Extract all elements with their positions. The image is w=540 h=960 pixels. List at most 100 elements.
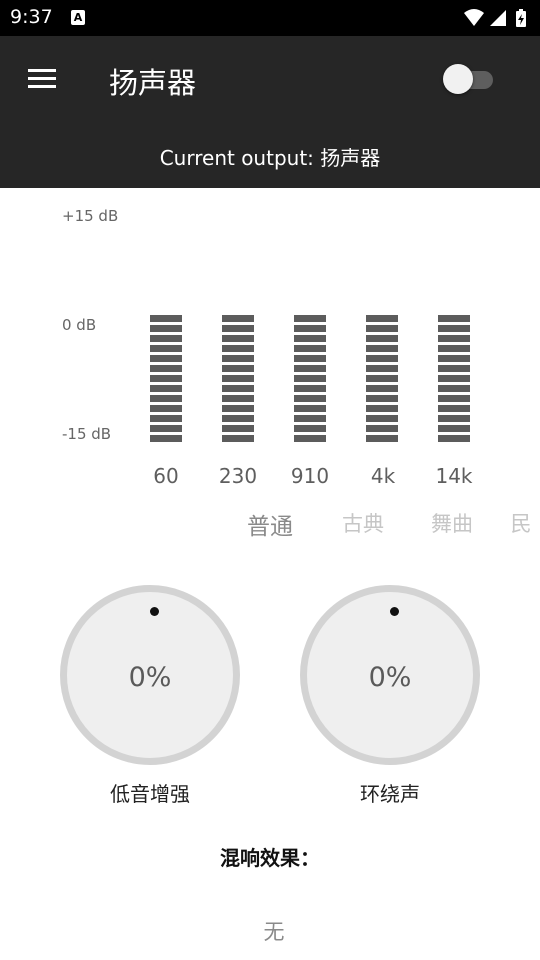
menu-icon[interactable] (28, 69, 56, 89)
bass-boost-value: 0% (128, 662, 172, 693)
surround-knob[interactable]: 0% (300, 585, 480, 765)
eq-segment (222, 355, 254, 362)
freq-label: 14k (435, 464, 473, 488)
eq-segment (222, 385, 254, 392)
eq-segment (294, 375, 326, 382)
eq-segment (438, 415, 470, 422)
preset-item[interactable]: 古典 (323, 508, 403, 538)
eq-segment (294, 345, 326, 352)
eq-segment (150, 395, 182, 402)
eq-band-slider[interactable] (150, 315, 182, 442)
eq-segment (294, 405, 326, 412)
eq-segment (366, 435, 398, 442)
freq-label: 230 (218, 464, 258, 488)
eq-segment (438, 385, 470, 392)
knob-indicator (390, 607, 399, 616)
eq-band-slider[interactable] (294, 315, 326, 442)
notification-icon: A (71, 10, 85, 25)
eq-segment (438, 345, 470, 352)
eq-segment (438, 375, 470, 382)
bass-boost-knob[interactable]: 0% (60, 585, 240, 765)
eq-segment (150, 325, 182, 332)
status-bar: 9:37 A (0, 0, 540, 36)
eq-segment (294, 385, 326, 392)
eq-segment (366, 335, 398, 342)
eq-segment (366, 325, 398, 332)
status-icons (464, 9, 526, 27)
app-title: 扬声器 (109, 66, 197, 100)
eq-segment (150, 425, 182, 432)
eq-segment (222, 415, 254, 422)
eq-segment (438, 435, 470, 442)
surround-value: 0% (368, 662, 412, 693)
freq-label: 60 (153, 464, 179, 488)
eq-segment (222, 425, 254, 432)
eq-segment (438, 365, 470, 372)
eq-segment (294, 425, 326, 432)
surround-label: 环绕声 (360, 782, 420, 806)
eq-segment (222, 325, 254, 332)
db-label-mid: 0 dB (62, 316, 97, 334)
eq-segment (150, 365, 182, 372)
eq-segment (366, 355, 398, 362)
eq-segment (222, 315, 254, 322)
freq-label: 910 (290, 464, 330, 488)
eq-segment (150, 375, 182, 382)
eq-segment (294, 335, 326, 342)
freq-label: 4k (370, 464, 396, 488)
preset-item[interactable]: 舞曲 (412, 508, 492, 538)
eq-segment (222, 395, 254, 402)
reverb-heading: 混响效果： (220, 846, 320, 870)
eq-segment (438, 335, 470, 342)
status-time: 9:37 (10, 6, 53, 28)
eq-band-slider[interactable] (438, 315, 470, 442)
eq-segment (438, 325, 470, 332)
effects-toggle[interactable] (443, 62, 495, 94)
eq-segment (222, 365, 254, 372)
eq-segment (150, 355, 182, 362)
eq-segment (438, 355, 470, 362)
wifi-icon (464, 9, 484, 26)
preset-item[interactable]: 普通 (230, 507, 310, 541)
battery-icon (516, 9, 526, 27)
eq-segment (150, 385, 182, 392)
eq-segment (438, 425, 470, 432)
eq-segment (150, 435, 182, 442)
signal-icon (490, 10, 506, 26)
eq-band-slider[interactable] (222, 315, 254, 442)
eq-segment (150, 345, 182, 352)
app-bar: 扬声器 Current output: 扬声器 (0, 36, 540, 188)
eq-segment (438, 315, 470, 322)
eq-segment (366, 385, 398, 392)
preset-item[interactable]: 民 (481, 508, 540, 538)
eq-segment (294, 395, 326, 402)
eq-segment (294, 315, 326, 322)
knob-indicator (150, 607, 159, 616)
db-label-bottom: -15 dB (62, 425, 112, 443)
eq-segment (438, 405, 470, 412)
eq-segment (294, 435, 326, 442)
eq-segment (366, 415, 398, 422)
eq-segment (366, 425, 398, 432)
eq-segment (366, 395, 398, 402)
eq-segment (150, 415, 182, 422)
eq-segment (366, 315, 398, 322)
eq-segment (222, 335, 254, 342)
eq-segment (150, 335, 182, 342)
current-output: Current output: 扬声器 (159, 146, 381, 170)
eq-segment (222, 345, 254, 352)
eq-segment (150, 405, 182, 412)
eq-segment (294, 415, 326, 422)
toggle-thumb (443, 64, 473, 94)
eq-segment (366, 375, 398, 382)
eq-segment (294, 355, 326, 362)
eq-segment (222, 435, 254, 442)
eq-segment (366, 345, 398, 352)
eq-segment (222, 405, 254, 412)
eq-band-slider[interactable] (366, 315, 398, 442)
eq-segment (366, 405, 398, 412)
reverb-selector[interactable]: 无 (0, 916, 540, 946)
eq-segment (222, 375, 254, 382)
eq-segment (438, 395, 470, 402)
eq-segment (150, 315, 182, 322)
